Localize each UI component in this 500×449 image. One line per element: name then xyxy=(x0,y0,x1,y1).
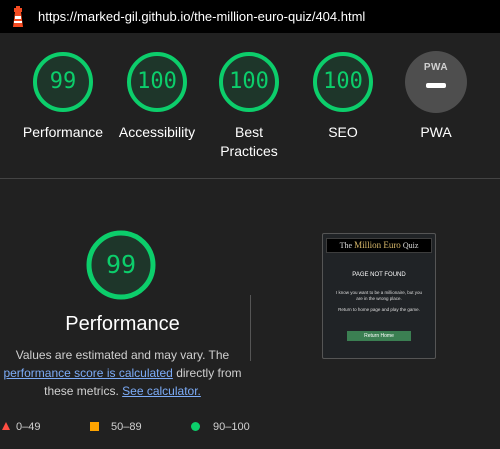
performance-detail-title: Performance xyxy=(65,313,180,335)
screenshot-header-right: Quiz xyxy=(400,241,419,250)
performance-label[interactable]: Performance xyxy=(18,123,108,142)
accessibility-label[interactable]: Accessibility xyxy=(111,123,203,142)
seo-label[interactable]: SEO xyxy=(298,123,388,142)
pass-circle-icon xyxy=(191,422,200,431)
screenshot-title: PAGE NOT FOUND xyxy=(352,272,406,278)
performance-detail-gauge: 99 xyxy=(86,230,156,300)
fail-triangle-icon xyxy=(2,422,10,430)
score-legend: 0–49 50–89 90–100 xyxy=(0,419,500,437)
pwa-badge[interactable]: PWA xyxy=(405,51,467,113)
screenshot-header-left: The xyxy=(339,241,355,250)
address-bar: https://marked-gil.github.io/the-million… xyxy=(0,0,500,33)
lighthouse-icon xyxy=(13,6,23,27)
best-practices-gauge[interactable]: 100 xyxy=(218,51,280,113)
best-practices-score: 100 xyxy=(229,69,269,94)
see-calculator-link[interactable]: See calculator. xyxy=(122,384,201,398)
legend-average: 50–89 xyxy=(111,421,142,433)
screenshot-text-1: I know you want to be a millionaire, but… xyxy=(335,290,423,301)
performance-detail-score: 99 xyxy=(105,250,137,279)
final-screenshot[interactable]: The Million Euro Quiz PAGE NOT FOUND I k… xyxy=(322,233,436,359)
performance-score-link[interactable]: performance score is calculated xyxy=(3,366,172,380)
legend-fail: 0–49 xyxy=(16,421,41,433)
performance-gauge[interactable]: 99 xyxy=(32,51,94,113)
legend-pass: 90–100 xyxy=(213,421,250,433)
screenshot-text-2: Return to home page and play the game. xyxy=(338,307,420,312)
desc-text-1: Values are estimated and may vary. The xyxy=(15,348,230,362)
performance-score: 99 xyxy=(49,69,77,94)
seo-gauge[interactable]: 100 xyxy=(312,51,374,113)
page-url[interactable]: https://marked-gil.github.io/the-million… xyxy=(38,9,365,24)
pwa-dash-icon xyxy=(426,83,446,88)
best-practices-label[interactable]: Best Practices xyxy=(204,123,294,161)
accessibility-gauge[interactable]: 100 xyxy=(126,51,188,113)
best-practices-label-line2: Practices xyxy=(220,143,278,159)
pwa-badge-text: PWA xyxy=(423,62,449,73)
best-practices-label-line1: Best xyxy=(234,124,263,140)
seo-score: 100 xyxy=(323,69,363,94)
screenshot-header-mid: Million Euro xyxy=(354,240,401,250)
performance-description: Values are estimated and may vary. The p… xyxy=(0,346,245,400)
screenshot-return-button: Return Home xyxy=(347,331,411,341)
accessibility-score: 100 xyxy=(137,69,177,94)
vertical-divider xyxy=(250,295,251,361)
screenshot-header: The Million Euro Quiz xyxy=(326,238,432,253)
pwa-label[interactable]: PWA xyxy=(391,123,481,142)
average-square-icon xyxy=(90,422,99,431)
